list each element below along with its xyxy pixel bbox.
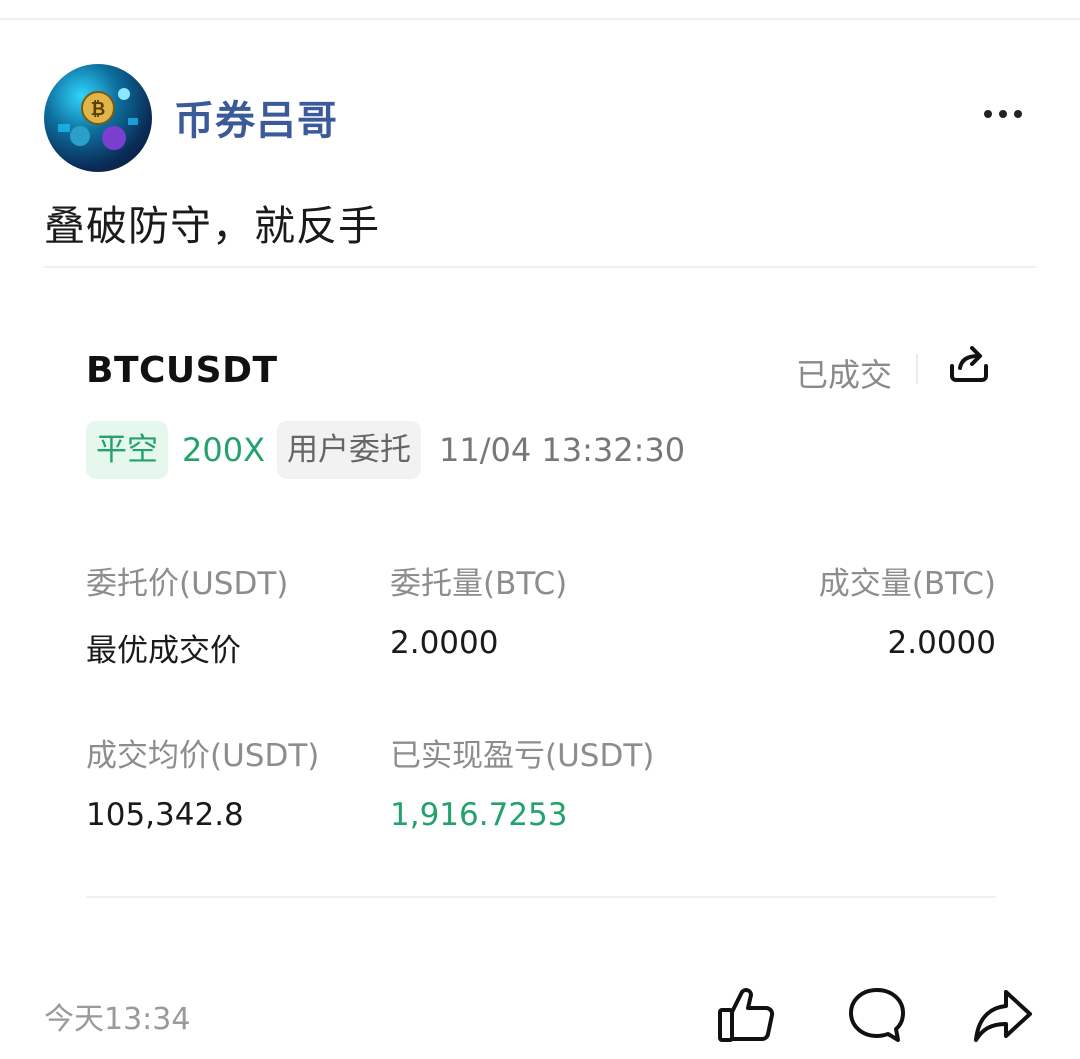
top-divider [0,18,1080,20]
avatar[interactable]: ₿ [44,64,152,172]
field-label: 委托量(BTC) [390,566,568,602]
order-symbol: BTCUSDT [86,350,278,391]
post-text: 叠破防守，就反手 [44,202,380,250]
like-icon[interactable] [716,984,778,1046]
field-label: 已实现盈亏(USDT) [390,738,655,774]
share-post-icon[interactable] [972,984,1034,1046]
svg-text:₿: ₿ [91,99,106,120]
order-price-field: 委托价(USDT) 最优成交价 [86,558,288,670]
order-status: 已成交 [796,356,893,394]
filled-quantity-field: 成交量(BTC) 2.0000 [819,558,996,661]
order-tags-row: 平空 200X 用户委托 11/04 13:32:30 [86,420,685,480]
order-quantity-field: 委托量(BTC) 2.0000 [390,558,567,661]
order-card[interactable]: BTCUSDT 已成交 平空 200X 用户委托 11/04 13:32:30 … [44,300,1036,900]
field-value: 2.0000 [887,625,996,661]
avg-price-field: 成交均价(USDT) 105,342.8 [86,730,319,833]
field-value: 1,916.7253 [390,797,568,833]
field-label: 委托价(USDT) [86,566,289,602]
card-divider [86,896,996,898]
share-icon[interactable] [946,342,992,386]
post-footer: 今天13:34 [44,984,1036,1048]
realized-pnl-field: 已实现盈亏(USDT) 1,916.7253 [390,730,654,833]
field-value: 2.0000 [390,625,499,661]
comment-icon[interactable] [846,984,908,1046]
post-divider [44,266,1036,268]
source-tag: 用户委托 [277,421,421,479]
field-label: 成交均价(USDT) [86,738,320,774]
more-icon[interactable] [982,104,1024,124]
field-label: 成交量(BTC) [818,566,996,602]
side-tag: 平空 [86,421,168,479]
author-row: ₿ 币券吕哥 [44,64,1036,172]
field-value: 最优成交价 [86,633,241,669]
leverage-label: 200X [182,431,265,469]
crypto-coins-avatar-icon: ₿ [58,88,138,150]
post-time: 今天13:34 [44,1002,191,1037]
author-name[interactable]: 币券吕哥 [174,88,338,146]
field-value: 105,342.8 [86,797,244,833]
status-separator [916,354,918,384]
order-time: 11/04 13:32:30 [439,431,686,469]
